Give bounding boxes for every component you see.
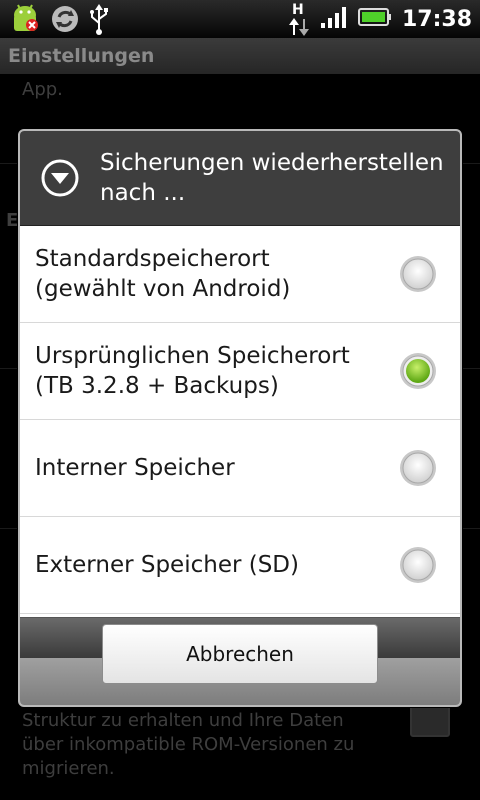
page-title: Einstellungen — [0, 38, 480, 74]
signal-strength-icon — [320, 5, 348, 33]
radio-selected-icon[interactable] — [398, 351, 438, 391]
radio-unselected-icon[interactable] — [398, 254, 438, 294]
battery-icon — [357, 7, 392, 31]
sync-icon — [50, 4, 80, 38]
background-description-line-3: migrieren. — [22, 758, 115, 779]
restore-location-dialog: Sicherungen wiederherstellen nach ... St… — [18, 129, 462, 707]
cancel-button[interactable]: Abbrechen — [102, 624, 378, 684]
option-label: Interner Speicher — [35, 455, 235, 481]
radio-unselected-icon[interactable] — [398, 448, 438, 488]
option-label: Standardspeicherort (gewählt von Android… — [35, 246, 291, 302]
background-app-fragment: App. — [22, 79, 63, 100]
background-section-fragment: E — [6, 210, 19, 231]
network-type-icon: H — [288, 2, 310, 36]
radio-unselected-icon[interactable] — [398, 545, 438, 585]
android-debug-icon — [8, 3, 42, 39]
background-description-line-2: über inkompatible ROM-Versionen zu — [22, 734, 355, 755]
usb-icon — [88, 3, 110, 39]
background-checkbox — [410, 703, 450, 737]
option-internal-storage[interactable]: Interner Speicher — [20, 420, 460, 517]
dialog-title: Sicherungen wiederherstellen nach ... — [100, 150, 444, 206]
option-original-location[interactable]: Ursprünglichen Speicherort (TB 3.2.8 + B… — [20, 323, 460, 420]
option-label: Externer Speicher (SD) — [35, 552, 299, 578]
dialog-header: Sicherungen wiederherstellen nach ... — [20, 131, 460, 226]
status-bar: H 17:38 — [0, 0, 480, 38]
dropdown-circle-icon — [40, 158, 80, 198]
dialog-footer: Abbrechen — [20, 617, 460, 705]
network-type-label: H — [291, 2, 304, 18]
option-label: Ursprünglichen Speicherort (TB 3.2.8 + B… — [35, 343, 350, 399]
option-external-storage[interactable]: Externer Speicher (SD) — [20, 517, 460, 614]
background-description-line-1: Struktur zu erhalten und Ihre Daten — [22, 710, 344, 731]
option-default-location[interactable]: Standardspeicherort (gewählt von Android… — [20, 226, 460, 323]
clock: 17:38 — [401, 6, 472, 32]
